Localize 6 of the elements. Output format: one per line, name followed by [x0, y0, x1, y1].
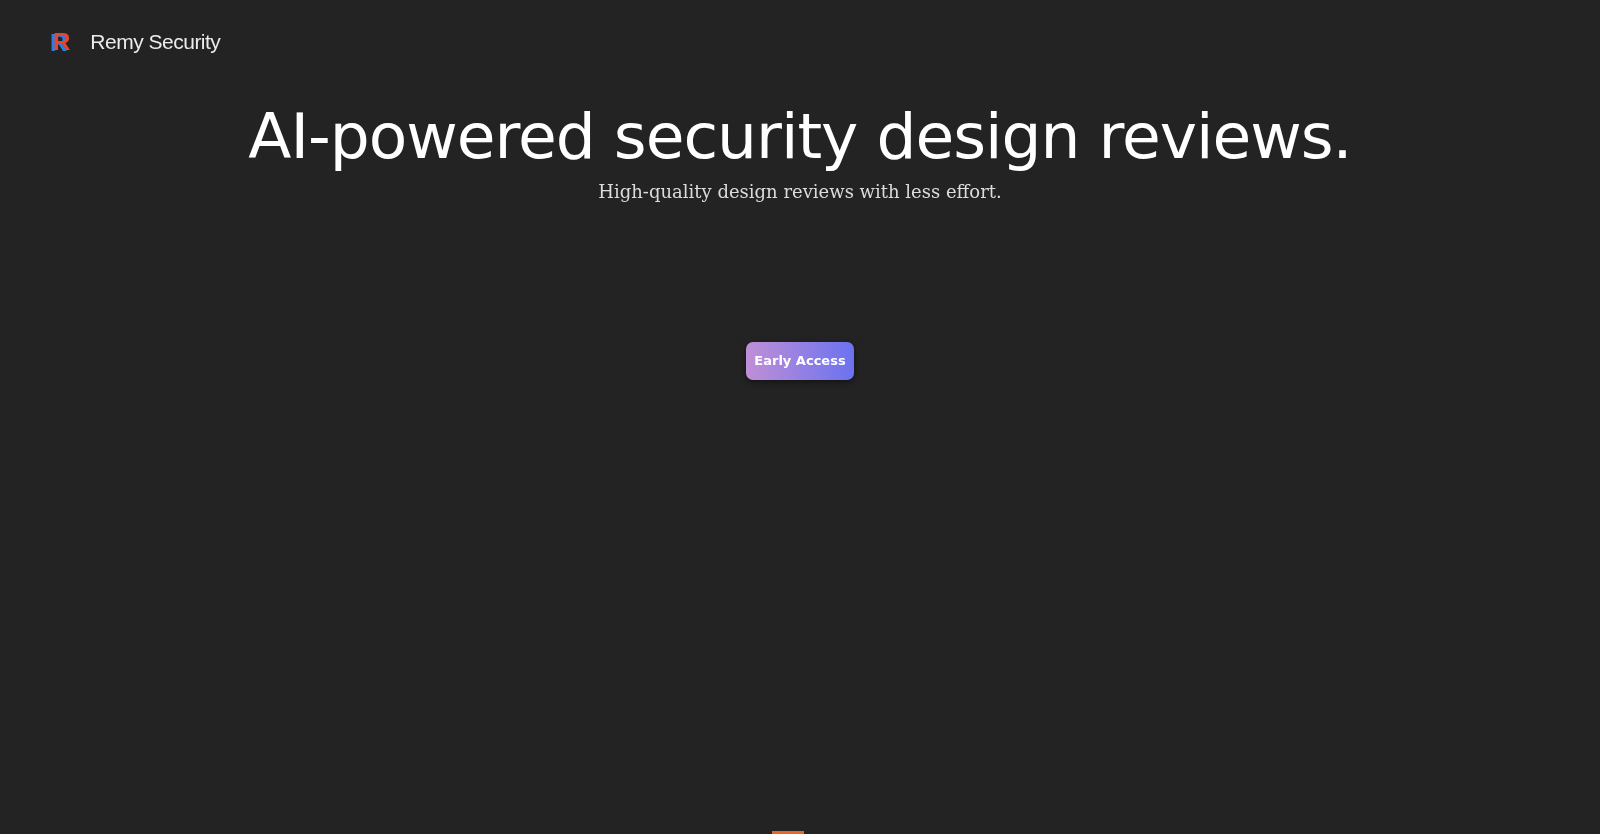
brand-name[interactable]: Remy Security [90, 30, 221, 54]
early-access-button[interactable]: Early Access [746, 341, 854, 380]
hero-subtitle: High-quality design reviews with less effort. [598, 180, 1002, 202]
hero-title: AI-powered security design reviews. [248, 99, 1352, 175]
logo-mark[interactable]: R [50, 30, 71, 54]
bottom-marker [772, 831, 804, 834]
